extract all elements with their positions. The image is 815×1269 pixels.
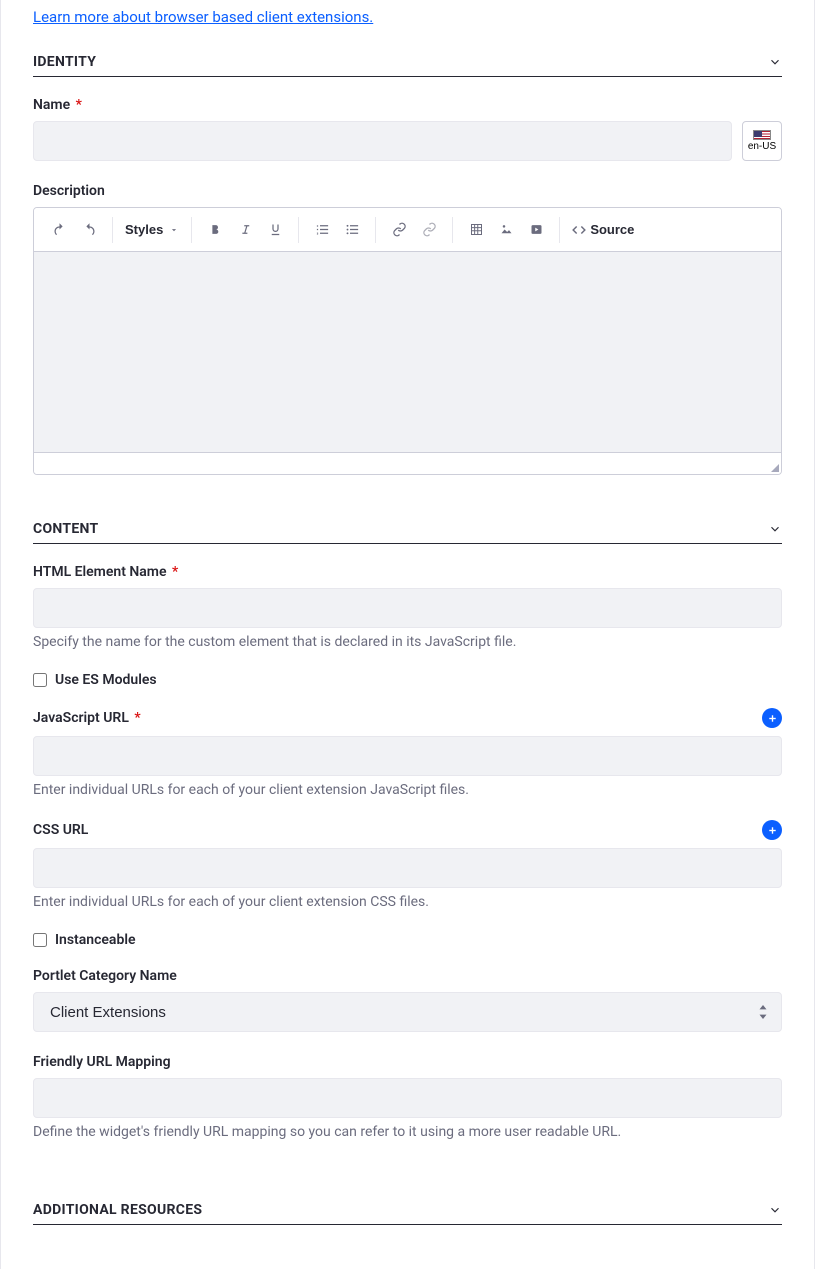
additional-title: ADDITIONAL RESOURCES — [33, 1202, 202, 1218]
identity-section-header[interactable]: IDENTITY — [33, 54, 782, 77]
table-button[interactable] — [461, 215, 491, 245]
source-button[interactable]: Source — [564, 218, 642, 241]
chevron-down-icon — [768, 522, 782, 536]
js-url-label: JavaScript URL * — [33, 710, 141, 726]
us-flag-icon — [753, 130, 771, 140]
portlet-category-select[interactable]: Client Extensions — [33, 992, 782, 1032]
add-js-url-button[interactable] — [762, 708, 782, 728]
content-section-header[interactable]: CONTENT — [33, 521, 782, 544]
locale-code: en-US — [748, 142, 776, 152]
chevron-down-icon — [768, 1203, 782, 1217]
link-button[interactable] — [384, 215, 414, 245]
friendly-url-input[interactable] — [33, 1078, 782, 1118]
html-element-help: Specify the name for the custom element … — [33, 634, 782, 650]
instanceable-checkbox[interactable] — [33, 933, 47, 947]
html-element-label: HTML Element Name * — [33, 564, 782, 580]
chevron-down-icon — [768, 55, 782, 69]
video-button[interactable] — [521, 215, 551, 245]
locale-select-button[interactable]: en-US — [742, 121, 782, 161]
bold-button[interactable] — [200, 215, 230, 245]
styles-dropdown[interactable]: Styles — [117, 218, 187, 241]
add-css-url-button[interactable] — [762, 820, 782, 840]
friendly-url-help: Define the widget's friendly URL mapping… — [33, 1124, 782, 1140]
redo-button[interactable] — [74, 215, 104, 245]
ordered-list-button[interactable] — [307, 215, 337, 245]
image-button[interactable] — [491, 215, 521, 245]
es-modules-checkbox[interactable] — [33, 673, 47, 687]
name-input[interactable] — [33, 121, 732, 161]
editor-toolbar: Styles — [34, 208, 781, 252]
undo-button[interactable] — [44, 215, 74, 245]
js-url-input[interactable] — [33, 736, 782, 776]
additional-section-header[interactable]: ADDITIONAL RESOURCES — [33, 1202, 782, 1225]
rich-text-editor: Styles — [33, 207, 782, 475]
name-label: Name * — [33, 97, 782, 113]
description-label: Description — [33, 183, 782, 199]
unordered-list-button[interactable] — [337, 215, 367, 245]
css-url-help: Enter individual URLs for each of your c… — [33, 894, 782, 910]
instanceable-label[interactable]: Instanceable — [55, 932, 136, 948]
editor-resize-handle[interactable] — [34, 452, 781, 474]
portlet-category-label: Portlet Category Name — [33, 968, 782, 984]
css-url-input[interactable] — [33, 848, 782, 888]
content-title: CONTENT — [33, 521, 99, 537]
html-element-input[interactable] — [33, 588, 782, 628]
unlink-button[interactable] — [414, 215, 444, 245]
underline-button[interactable] — [260, 215, 290, 245]
es-modules-label[interactable]: Use ES Modules — [55, 672, 157, 688]
editor-content-area[interactable] — [34, 252, 781, 452]
js-url-help: Enter individual URLs for each of your c… — [33, 782, 782, 798]
identity-title: IDENTITY — [33, 54, 96, 70]
css-url-label: CSS URL — [33, 822, 88, 838]
friendly-url-label: Friendly URL Mapping — [33, 1054, 782, 1070]
italic-button[interactable] — [230, 215, 260, 245]
learn-more-link[interactable]: Learn more about browser based client ex… — [33, 8, 373, 26]
